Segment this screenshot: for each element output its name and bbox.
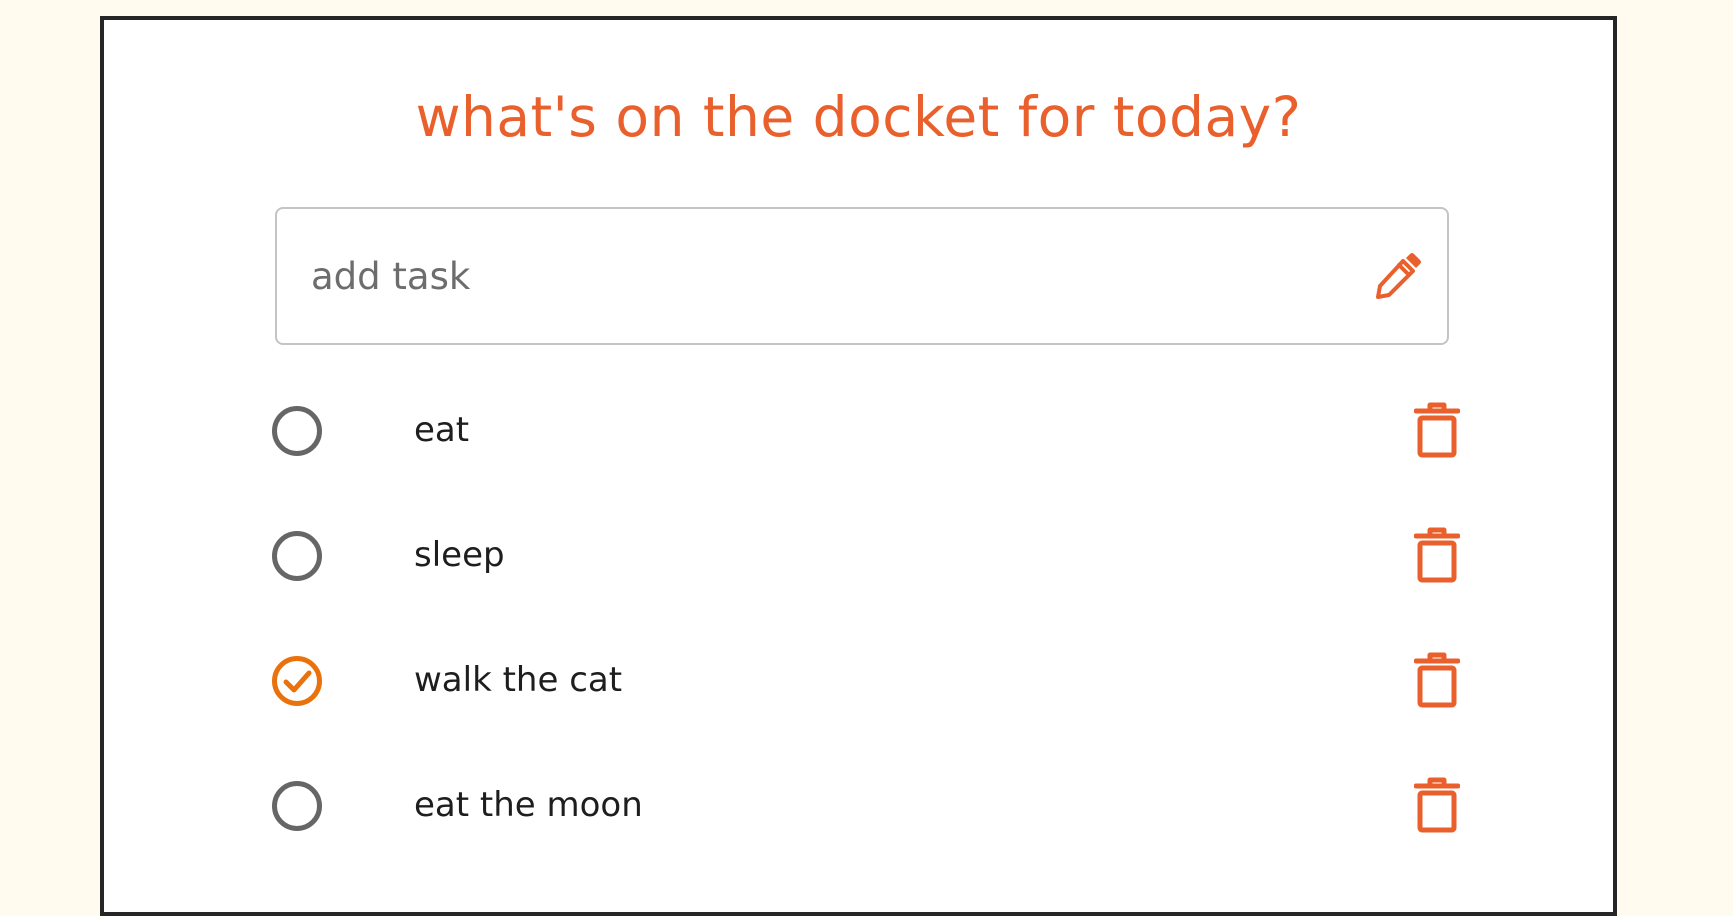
task-label: sleep: [414, 535, 505, 575]
task-row: sleep: [271, 525, 1460, 585]
trash-icon[interactable]: [1414, 402, 1460, 458]
task-row: eat the moon: [271, 775, 1460, 835]
trash-icon[interactable]: [1414, 652, 1460, 708]
todo-card: what's on the docket for today? eat: [100, 16, 1617, 916]
circle-icon[interactable]: [271, 405, 323, 457]
add-task-input[interactable]: [277, 209, 1327, 343]
add-task-box: [275, 207, 1449, 345]
task-label: eat: [414, 410, 470, 450]
circle-icon[interactable]: [271, 530, 323, 582]
pencil-icon[interactable]: [1373, 253, 1421, 301]
circle-icon[interactable]: [271, 780, 323, 832]
task-row: eat: [271, 400, 1460, 460]
task-label: eat the moon: [414, 785, 643, 825]
task-label: walk the cat: [414, 660, 623, 700]
page-title: what's on the docket for today?: [415, 85, 1302, 149]
task-row: walk the cat: [271, 650, 1460, 710]
circle-check-icon[interactable]: [271, 655, 323, 707]
trash-icon[interactable]: [1414, 777, 1460, 833]
trash-icon[interactable]: [1414, 527, 1460, 583]
